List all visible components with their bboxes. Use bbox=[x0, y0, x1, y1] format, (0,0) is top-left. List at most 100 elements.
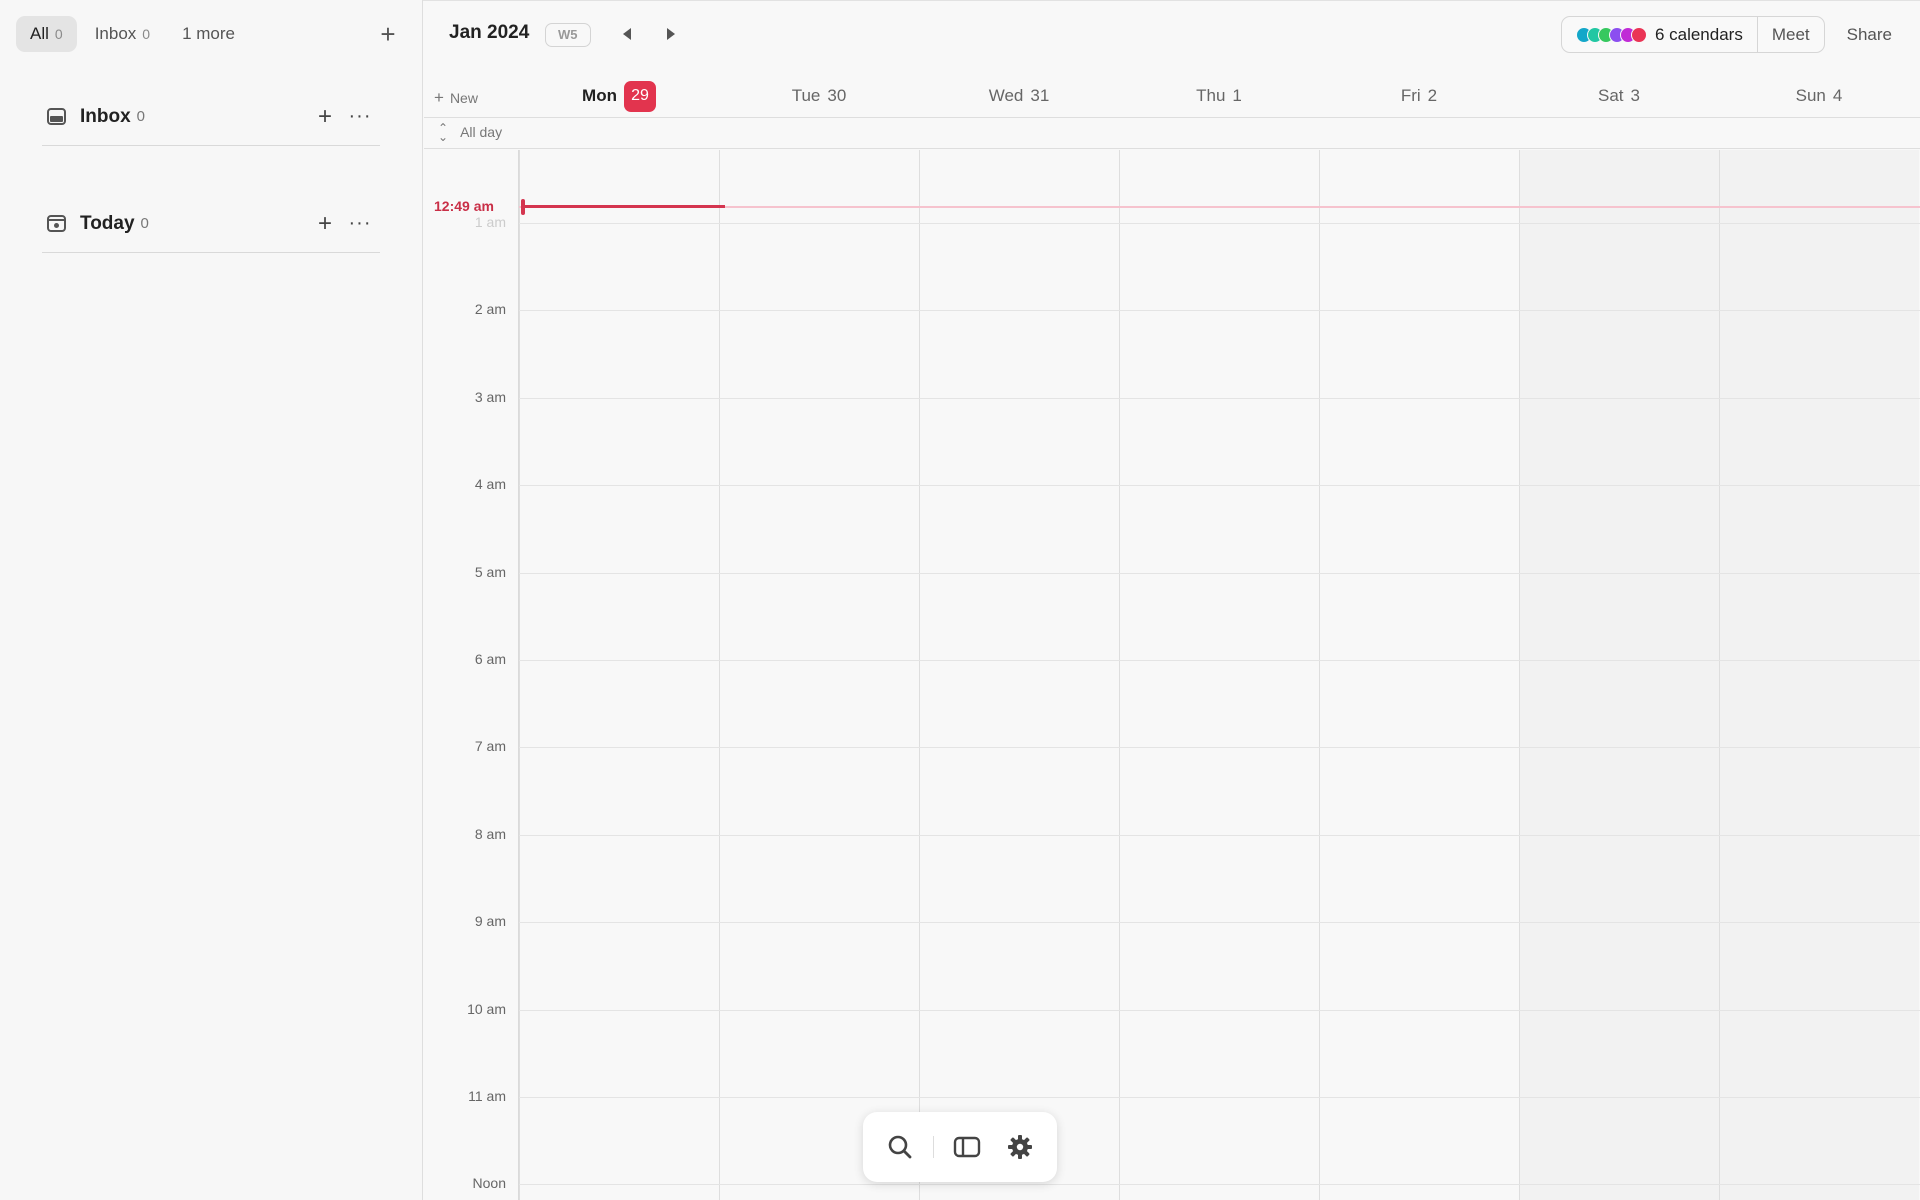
section-inbox-count: 0 bbox=[136, 108, 146, 125]
day-name: Sat bbox=[1598, 86, 1624, 105]
hour-label: 5 am bbox=[474, 563, 506, 580]
hour-label: 3 am bbox=[474, 388, 506, 405]
day-date: 31 bbox=[1030, 86, 1050, 105]
hour-line bbox=[519, 310, 1920, 312]
gear-icon bbox=[1008, 1135, 1033, 1159]
day-column-thu[interactable] bbox=[1119, 150, 1319, 1200]
search-icon bbox=[888, 1135, 912, 1159]
calendar-header: Jan 2024 W5 6 calendars Meet Share bbox=[424, 0, 1920, 68]
filter-all[interactable]: All 0 bbox=[16, 16, 77, 52]
section-today-title: Today bbox=[80, 212, 135, 234]
hour-line bbox=[519, 1009, 1920, 1011]
filter-all-label: All bbox=[30, 24, 49, 43]
day-column-tue[interactable] bbox=[719, 150, 919, 1200]
all-day-toggle[interactable]: ⌃ ⌄ All day bbox=[438, 121, 503, 145]
hour-label: 8 am bbox=[474, 825, 506, 842]
section-inbox-title: Inbox bbox=[80, 105, 131, 127]
all-day-row[interactable]: ⌃ ⌄ All day bbox=[424, 118, 1920, 149]
sidebar: All 0 Inbox 0 1 more + Inbox 0 + ··· Tod… bbox=[0, 0, 423, 1200]
share-button[interactable]: Share bbox=[1825, 25, 1920, 45]
calendar-controls: 6 calendars Meet bbox=[1560, 16, 1825, 53]
current-time-line-today bbox=[525, 205, 725, 209]
filter-bar: All 0 Inbox 0 1 more + bbox=[16, 16, 406, 52]
day-header-sun[interactable]: Sun 4 bbox=[1719, 78, 1919, 114]
hour-label: 1 am bbox=[474, 214, 506, 230]
current-time-marker bbox=[521, 198, 525, 215]
day-header-sat[interactable]: Sat 3 bbox=[1519, 78, 1719, 114]
time-grid[interactable]: 1 am 2 am 3 am 4 am 5 am 6 am 7 am 8 am 9 am 10 a… bbox=[424, 150, 1920, 1200]
search-button[interactable] bbox=[880, 1127, 920, 1167]
hour-line bbox=[519, 922, 1920, 924]
hour-label: 2 am bbox=[474, 301, 506, 318]
day-header-mon[interactable]: Mon 29 bbox=[519, 78, 719, 114]
all-day-label: All day bbox=[460, 124, 503, 140]
calendars-label: 6 calendars bbox=[1654, 24, 1743, 44]
week-badge: W5 bbox=[545, 23, 591, 47]
today-icon bbox=[47, 215, 66, 232]
hour-label: 10 am bbox=[467, 1000, 506, 1017]
hour-line bbox=[519, 660, 1920, 661]
filter-inbox-label: Inbox bbox=[94, 24, 137, 43]
day-name: Wed bbox=[988, 86, 1024, 105]
floating-toolbar bbox=[863, 1112, 1057, 1182]
prev-week-button[interactable] bbox=[617, 24, 637, 44]
day-date: 3 bbox=[1630, 86, 1640, 105]
header-actions: 6 calendars Meet Share bbox=[1560, 16, 1920, 53]
hour-line bbox=[519, 223, 1920, 224]
day-name: Tue bbox=[791, 86, 821, 105]
calendar-color-dots bbox=[1575, 26, 1647, 43]
day-column-wed[interactable] bbox=[919, 150, 1119, 1200]
filter-inbox[interactable]: Inbox 0 bbox=[81, 16, 164, 52]
day-date: 4 bbox=[1832, 86, 1843, 105]
inbox-icon bbox=[47, 108, 66, 125]
day-column-sun[interactable] bbox=[1719, 150, 1919, 1200]
collapse-icon: ⌃ ⌄ bbox=[438, 121, 449, 145]
hour-line bbox=[519, 1097, 1920, 1098]
day-date: 2 bbox=[1427, 86, 1438, 105]
day-header-wed[interactable]: Wed 31 bbox=[919, 78, 1119, 114]
filter-more-label: 1 more bbox=[182, 24, 236, 43]
plus-icon: + bbox=[434, 88, 444, 107]
day-header-tue[interactable]: Tue 30 bbox=[719, 78, 919, 114]
settings-button[interactable] bbox=[1000, 1127, 1040, 1167]
hour-label: 11 am bbox=[468, 1088, 506, 1104]
day-column-mon[interactable] bbox=[519, 150, 719, 1200]
day-header-thu[interactable]: Thu 1 bbox=[1119, 78, 1319, 114]
hour-line bbox=[519, 485, 1920, 487]
add-filter-button[interactable]: + bbox=[370, 16, 406, 52]
day-column-sat[interactable] bbox=[1519, 150, 1719, 1200]
inbox-add-button[interactable]: + bbox=[310, 103, 340, 131]
meet-button[interactable]: Meet bbox=[1756, 17, 1824, 52]
sidebar-toggle-icon bbox=[953, 1136, 981, 1158]
hour-label: 6 am bbox=[474, 651, 506, 667]
today-more-button[interactable]: ··· bbox=[340, 212, 380, 235]
day-name: Mon bbox=[582, 86, 617, 105]
day-name: Sun bbox=[1795, 86, 1826, 105]
section-today-count: 0 bbox=[140, 215, 149, 232]
hour-line bbox=[519, 747, 1920, 749]
today-add-button[interactable]: + bbox=[310, 210, 340, 238]
hour-label: 9 am bbox=[474, 913, 506, 930]
section-inbox[interactable]: Inbox 0 + ··· bbox=[42, 88, 380, 146]
filter-more[interactable]: 1 more bbox=[168, 16, 249, 52]
day-column-fri[interactable] bbox=[1319, 150, 1519, 1200]
filter-inbox-count: 0 bbox=[142, 26, 151, 42]
new-event-button[interactable]: + New bbox=[434, 88, 504, 108]
inbox-more-button[interactable]: ··· bbox=[340, 105, 380, 128]
day-date: 30 bbox=[827, 86, 847, 105]
section-today[interactable]: Today 0 + ··· bbox=[42, 195, 380, 253]
calendar-color-dot bbox=[1630, 26, 1647, 43]
toggle-sidebar-button[interactable] bbox=[947, 1127, 987, 1167]
month-title[interactable]: Jan 2024 bbox=[449, 22, 529, 44]
hour-line bbox=[519, 1184, 1920, 1186]
day-name: Thu bbox=[1196, 86, 1226, 105]
current-time-label: 12:49 am bbox=[434, 197, 494, 214]
hour-line bbox=[519, 834, 1920, 836]
calendars-button[interactable]: 6 calendars bbox=[1562, 17, 1757, 52]
current-time-line bbox=[519, 205, 1920, 208]
day-header-fri[interactable]: Fri 2 bbox=[1319, 78, 1519, 114]
next-week-button[interactable] bbox=[661, 24, 681, 44]
caret-right-icon bbox=[667, 28, 675, 40]
hour-line bbox=[519, 397, 1920, 399]
week-view: + New Mon 29 Tue 30 Wed 31 Thu 1 Fri 2 Sat 3 Sun 4 ⌃ ⌄ A… bbox=[424, 68, 1920, 1200]
